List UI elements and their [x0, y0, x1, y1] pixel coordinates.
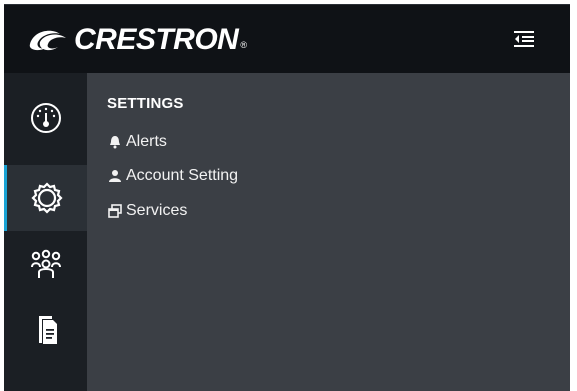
- bell-icon: [110, 136, 120, 149]
- brand-name: CRESTRON: [74, 23, 239, 56]
- windows-icon: [108, 204, 122, 218]
- account-setting-label: Account Setting: [126, 167, 239, 184]
- crestron-swirl-icon: [29, 30, 66, 51]
- icon-sidebar: [4, 73, 87, 391]
- sidebar-item-users[interactable]: [4, 231, 87, 297]
- alerts-label: Alerts: [126, 133, 167, 150]
- settings-panel: SETTINGS Alerts Account Setting Services: [87, 73, 570, 391]
- settings-gear-icon: [31, 182, 63, 214]
- collapse-menu-icon[interactable]: [512, 27, 536, 51]
- crestron-logo[interactable]: CRESTRON ®: [26, 23, 247, 57]
- user-icon: [109, 170, 121, 182]
- top-header: CRESTRON ®: [4, 4, 570, 74]
- dashboard-gauge-icon: [30, 103, 61, 133]
- sidebar-item-documents[interactable]: [4, 297, 87, 363]
- services-label: Services: [126, 202, 188, 219]
- users-group-icon: [30, 249, 61, 278]
- settings-title: SETTINGS: [107, 95, 184, 112]
- app-shell: CRESTRON ® SETTINGS Alerts Account Setti…: [4, 4, 570, 391]
- sidebar-item-dashboard[interactable]: [4, 85, 87, 151]
- sidebar-item-settings[interactable]: [4, 165, 87, 231]
- trademark-symbol: ®: [240, 40, 247, 50]
- settings-item-services[interactable]: Services: [108, 202, 187, 220]
- settings-item-alerts[interactable]: Alerts: [108, 133, 167, 151]
- settings-item-account-setting[interactable]: Account Setting: [108, 167, 238, 185]
- documents-icon: [38, 316, 57, 344]
